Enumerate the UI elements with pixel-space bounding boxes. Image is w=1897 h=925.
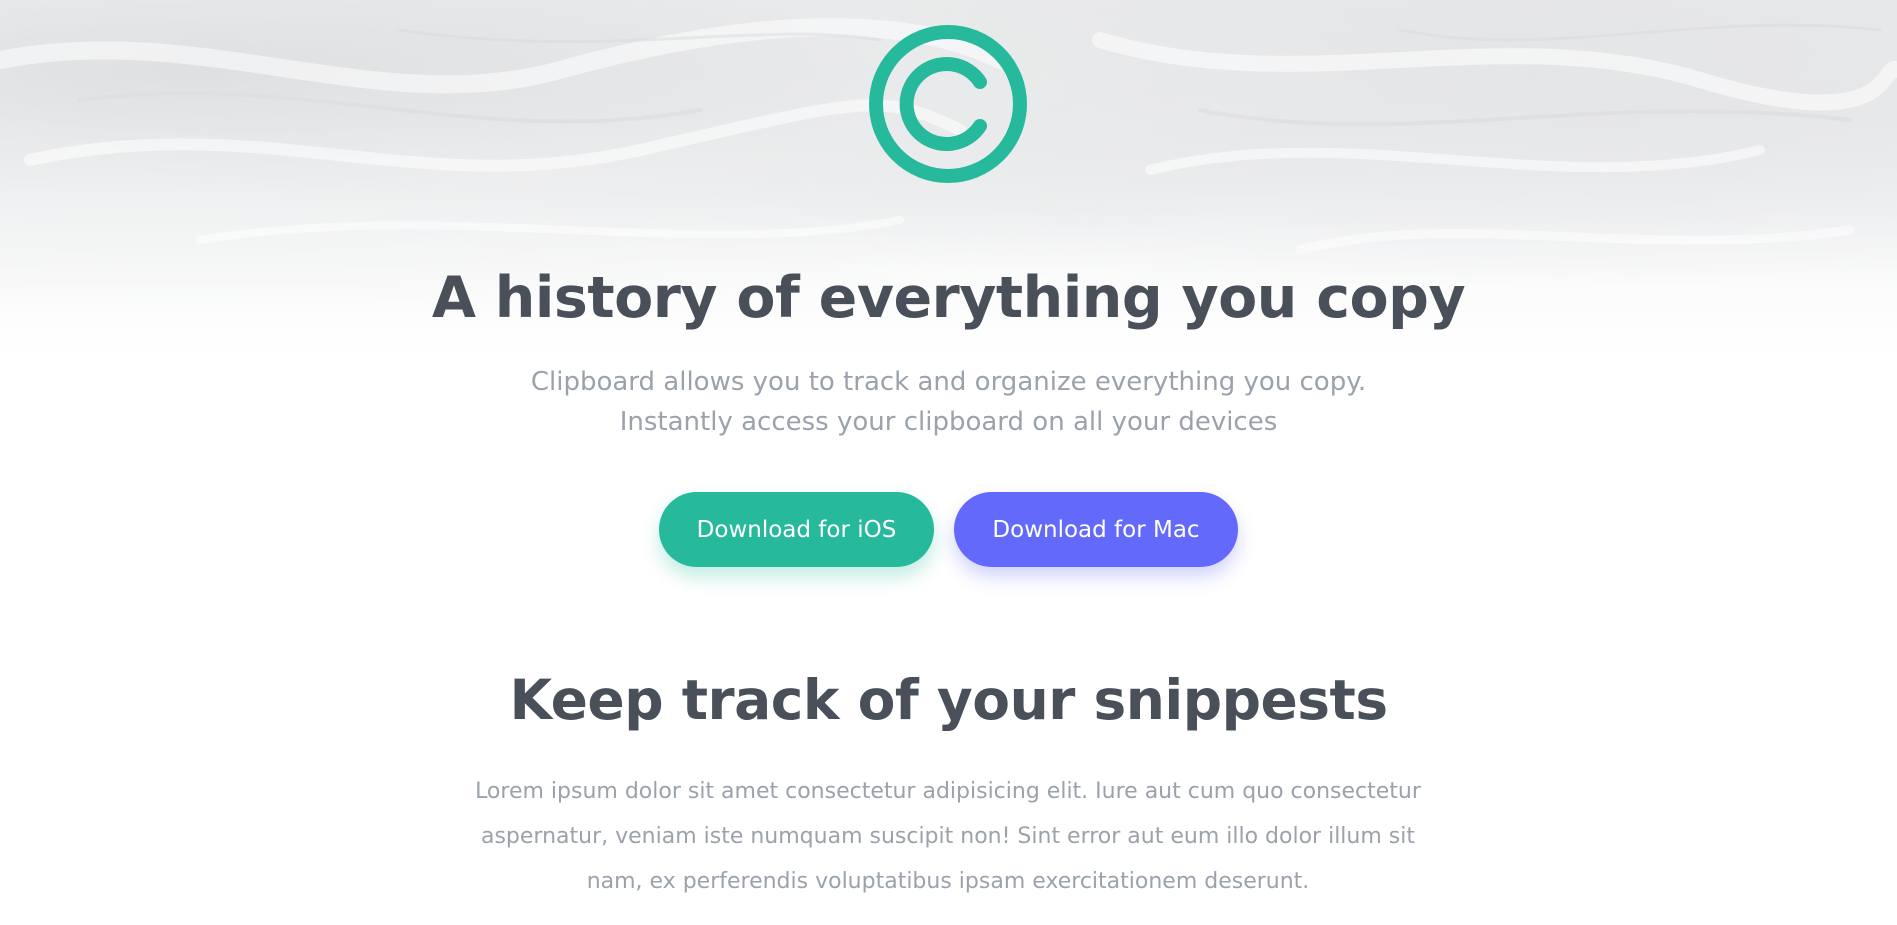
hero-subline-line-2: Instantly access your clipboard on all y… <box>619 407 1278 437</box>
download-ios-button[interactable]: Download for iOS <box>659 492 934 567</box>
section-body: Lorem ipsum dolor sit amet consectetur a… <box>475 779 1421 894</box>
hero-subline-line-1: Clipboard allows you to track and organi… <box>530 367 1367 397</box>
hero-subline: Clipboard allows you to track and organi… <box>0 362 1897 442</box>
section-title: Keep track of your snippests <box>509 668 1388 732</box>
download-mac-button[interactable]: Download for Mac <box>954 492 1238 567</box>
copyright-c-icon <box>869 25 1027 183</box>
hero-headline: A history of everything you copy <box>431 265 1466 331</box>
